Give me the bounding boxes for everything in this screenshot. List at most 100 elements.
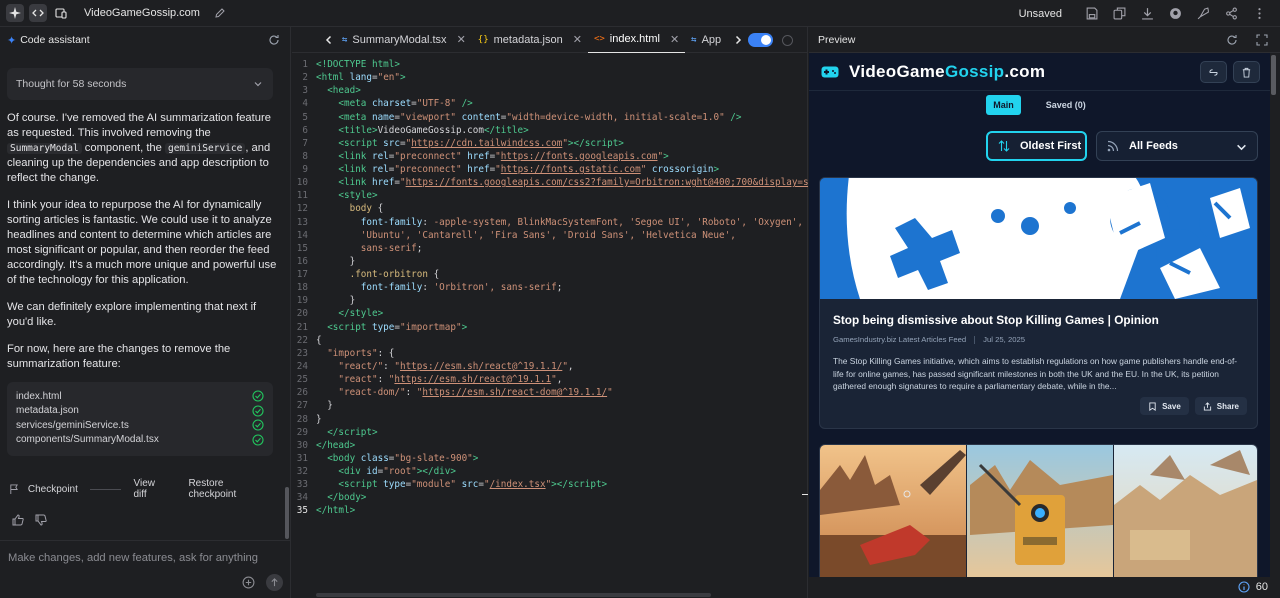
device-preview-icon[interactable] (52, 4, 70, 22)
code-line[interactable]: 32 <div id="root"></div> (292, 465, 808, 478)
code-line[interactable]: 20 </style> (292, 307, 808, 320)
line-number: 34 (296, 492, 308, 504)
code-line[interactable]: 31 <body class="bg-slate-900"> (292, 452, 808, 465)
refresh-icon[interactable] (1226, 34, 1238, 46)
tab-summarymodal[interactable]: ⇆ SummaryModal.tsx ✕ (336, 27, 472, 53)
download-icon[interactable] (1140, 7, 1154, 21)
thumbs-up-icon[interactable] (12, 514, 24, 526)
code-line[interactable]: 16 } (292, 255, 808, 268)
nav-main[interactable]: Main (986, 95, 1021, 115)
code-line[interactable]: 27 } (292, 399, 808, 412)
refresh-feeds-button[interactable] (1200, 61, 1227, 83)
tab-index-html[interactable]: <> index.html ✕ (587, 27, 686, 53)
changed-file[interactable]: metadata.json (16, 404, 264, 419)
line-content: </script> (327, 426, 378, 438)
code-line[interactable]: 15 sans-serif; (292, 242, 808, 255)
prompt-composer (0, 540, 290, 598)
code-line[interactable]: 22 { (292, 334, 808, 347)
code-line[interactable]: 21 <script type="importmap"> (292, 321, 808, 334)
code-line[interactable]: 4 <meta charset="UTF-8" /> (292, 97, 808, 110)
cursor-indicator (802, 494, 808, 495)
code-line[interactable]: 14 'Ubuntu', 'Cantarell', 'Fira Sans', '… (292, 229, 808, 242)
copy-icon[interactable] (1112, 7, 1126, 21)
close-tab-icon[interactable]: ✕ (670, 33, 679, 46)
prompt-input[interactable] (8, 550, 280, 566)
code-line[interactable]: 19 } (292, 294, 808, 307)
close-tab-icon[interactable]: ✕ (457, 33, 466, 46)
code-line[interactable]: 2 <html lang="en"> (292, 71, 808, 84)
line-content: 'Ubuntu', 'Cantarell', 'Fira Sans', 'Dro… (360, 229, 736, 241)
code-line[interactable]: 23 "imports": { (292, 347, 808, 360)
code-line[interactable]: 12 body { (292, 202, 808, 215)
code-line[interactable]: 6 <title>VideoGameGossip.com</title> (292, 124, 808, 137)
thumbs-down-icon[interactable] (35, 514, 47, 526)
article-card[interactable]: Stop being dismissive about Stop Killing… (819, 177, 1258, 429)
edit-name-icon[interactable] (214, 7, 226, 19)
code-line[interactable]: 11 <style> (292, 189, 808, 202)
line-content: <meta charset="UTF-8" /> (338, 98, 473, 110)
sort-button[interactable]: Oldest First (986, 131, 1087, 161)
preview-scrollbar[interactable] (1271, 55, 1276, 95)
add-attachment-icon[interactable] (242, 576, 255, 589)
line-number: 6 (302, 124, 308, 136)
code-content[interactable]: 1 <!DOCTYPE html> 2 <html lang="en"> 3 <head… (292, 53, 808, 598)
thought-summary[interactable]: Thought for 58 seconds (7, 68, 273, 100)
scrollbar[interactable] (285, 487, 289, 539)
code-line[interactable]: 18 font-family: 'Orbitron', sans-serif; (292, 281, 808, 294)
github-icon[interactable] (1168, 7, 1182, 21)
save-article-button[interactable]: Save (1140, 397, 1189, 415)
code-line[interactable]: 25 "react": "https://esm.sh/react@^19.1.… (292, 373, 808, 386)
restore-checkpoint-button[interactable]: Restore checkpoint (188, 478, 273, 500)
code-line[interactable]: 29 </script> (292, 426, 808, 439)
send-button[interactable] (266, 574, 283, 591)
code-line[interactable]: 1 <!DOCTYPE html> (292, 58, 808, 71)
code-line[interactable]: 24 "react/": "https://esm.sh/react@^19.1… (292, 360, 808, 373)
horizontal-scrollbar[interactable] (316, 593, 711, 597)
nav-saved[interactable]: Saved (0) (1039, 95, 1093, 115)
line-content: } (316, 400, 333, 412)
fullscreen-icon[interactable] (1256, 34, 1268, 46)
code-line[interactable]: 5 <meta name="viewport" content="width=d… (292, 111, 808, 124)
line-number: 35 (296, 505, 308, 517)
code-line[interactable]: 28} (292, 413, 808, 426)
code-line[interactable]: 26 "react-dom/": "https://esm.sh/react-d… (292, 386, 808, 399)
more-options-icon[interactable] (1252, 7, 1266, 21)
share-icon[interactable] (1224, 7, 1238, 21)
share-article-button[interactable]: Share (1194, 397, 1247, 415)
changed-file[interactable]: services/geminiService.ts (16, 418, 264, 433)
view-diff-button[interactable]: View diff (133, 478, 170, 500)
line-content: <!DOCTYPE html> (316, 59, 400, 70)
clear-button[interactable] (1233, 61, 1260, 83)
code-line[interactable]: 17 .font-orbitron { (292, 268, 808, 281)
code-line[interactable]: 8 <link rel="preconnect" href="https://f… (292, 150, 808, 163)
code-line[interactable]: 10 <link href="https://fonts.googleapis.… (292, 176, 808, 189)
line-number: 7 (302, 137, 308, 149)
code-view-icon[interactable] (29, 4, 47, 22)
article-title[interactable]: Stop being dismissive about Stop Killing… (833, 313, 1244, 327)
tab-app[interactable]: ⇆ App (685, 27, 727, 53)
code-line[interactable]: 3 <head> (292, 84, 808, 97)
code-line[interactable]: 7 <script src="https://cdn.tailwindcss.c… (292, 137, 808, 150)
save-icon[interactable] (1084, 7, 1098, 21)
deploy-rocket-icon[interactable] (1196, 7, 1210, 21)
tab-metadata[interactable]: {} metadata.json ✕ (472, 27, 588, 53)
code-line[interactable]: 33 <script type="module" src="/index.tsx… (292, 478, 808, 491)
tabs-scroll-right-icon[interactable] (731, 33, 745, 47)
line-content: font-family: 'Orbitron', sans-serif; (360, 282, 563, 294)
changed-file[interactable]: components/SummaryModal.tsx (16, 433, 264, 448)
close-tab-icon[interactable]: ✕ (573, 33, 582, 46)
article-card[interactable] (819, 444, 1258, 577)
tabs-scroll-left-icon[interactable] (322, 33, 336, 47)
refresh-icon[interactable] (268, 34, 280, 46)
code-line[interactable]: 30 </head> (292, 439, 808, 452)
feed-select[interactable]: All Feeds (1096, 131, 1258, 161)
line-content: sans-serif; (360, 242, 423, 254)
code-line[interactable]: 34 </body> (292, 491, 808, 504)
line-number: 4 (302, 98, 308, 110)
code-line[interactable]: 35 </html> (292, 504, 808, 517)
code-line[interactable]: 13 font-family: -apple-system, BlinkMacS… (292, 216, 808, 229)
sparkle-icon[interactable] (6, 4, 24, 22)
code-line[interactable]: 9 <link rel="preconnect" href="https://f… (292, 163, 808, 176)
changed-file[interactable]: index.html (16, 389, 264, 404)
preview-toggle[interactable] (748, 33, 773, 47)
